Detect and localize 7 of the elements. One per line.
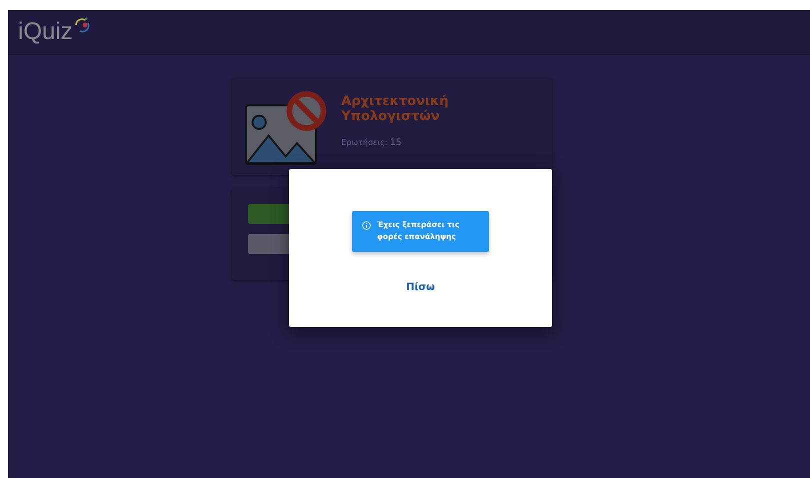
logo-icon [72, 16, 91, 34]
question-count: Ερωτήσεις: 15 [341, 138, 402, 148]
back-button[interactable]: Πίσω [398, 278, 443, 297]
logo-text: iQuiz [18, 18, 73, 46]
quiz-title: Αρχιτεκτονική Υπολογιστών [341, 94, 450, 124]
broken-image-icon [244, 88, 328, 168]
info-icon [362, 221, 371, 230]
